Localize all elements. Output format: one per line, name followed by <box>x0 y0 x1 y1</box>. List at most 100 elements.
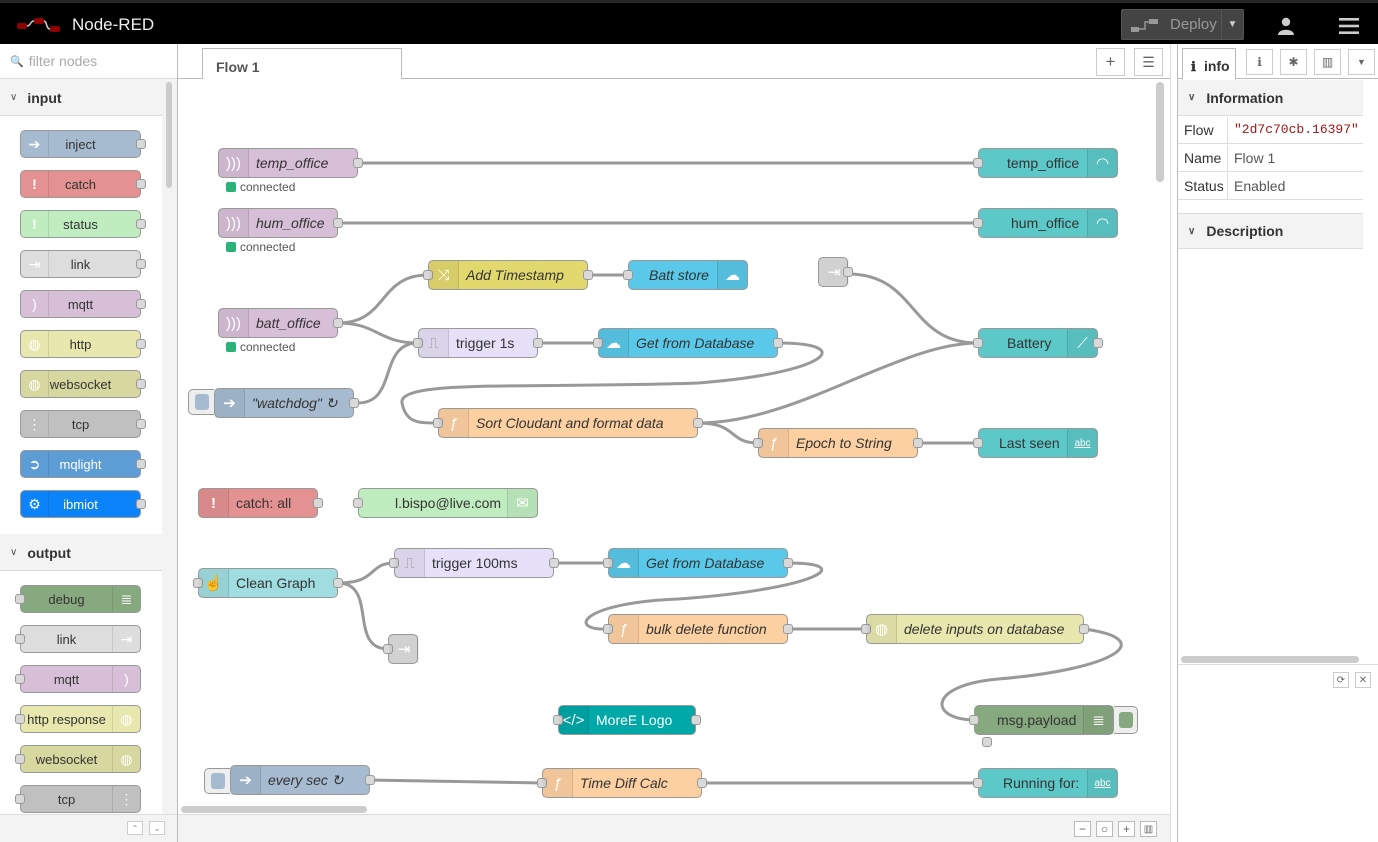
zoom-in-button[interactable]: + <box>1118 821 1135 837</box>
tab-debug-button[interactable]: ✱ <box>1280 49 1307 75</box>
output-port[interactable] <box>365 775 375 785</box>
tab-dashboard-button[interactable]: ▥ <box>1314 49 1341 75</box>
node-cloudant-get-from-database[interactable]: ☁ Get from Database <box>593 328 783 358</box>
output-port[interactable] <box>136 219 146 229</box>
main-menu-button[interactable] <box>1330 11 1368 41</box>
deploy-button[interactable]: Deploy ▼ <box>1121 9 1244 40</box>
output-port[interactable] <box>549 558 559 568</box>
palette-node-mqtt[interactable]: ) mqtt <box>20 290 146 318</box>
output-port[interactable] <box>136 259 146 269</box>
output-port[interactable] <box>136 339 146 349</box>
sidebar-tabs-menu-button[interactable]: ▼ <box>1348 49 1375 75</box>
deploy-dropdown-icon[interactable]: ▼ <box>1221 10 1243 39</box>
user-menu-button[interactable] <box>1268 11 1304 41</box>
node-trigger-1s[interactable]: ⎍ trigger 1s <box>413 328 543 358</box>
output-port[interactable] <box>1093 338 1103 348</box>
output-port[interactable] <box>583 270 593 280</box>
input-port[interactable] <box>623 270 633 280</box>
output-port[interactable] <box>333 578 343 588</box>
output-port[interactable] <box>533 338 543 348</box>
output-port[interactable] <box>136 379 146 389</box>
output-port[interactable] <box>136 179 146 189</box>
input-port[interactable] <box>15 714 25 724</box>
node-mqtt-in-hum-office[interactable]: ))) hum_office <box>218 208 343 238</box>
debug-toggle-button[interactable] <box>1114 706 1138 734</box>
input-port[interactable] <box>973 218 983 228</box>
output-port[interactable] <box>333 218 343 228</box>
input-port[interactable] <box>973 438 983 448</box>
palette-node-websocket[interactable]: ◍ websocket <box>20 370 146 398</box>
palette-node-status[interactable]: ! status <box>20 210 146 238</box>
node-gauge-temp-office[interactable]: temp_office ◠ <box>973 148 1118 178</box>
palette-category-input[interactable]: ∨ input <box>0 80 162 116</box>
palette-node-http-response[interactable]: http response ◍ <box>15 705 141 733</box>
node-function-time-diff-calc[interactable]: ƒ Time Diff Calc <box>537 768 707 798</box>
expand-all-icon[interactable]: ⌄ <box>149 821 165 835</box>
flow-list-button[interactable]: ☰ <box>1134 48 1163 76</box>
input-port[interactable] <box>973 158 983 168</box>
palette-node-link[interactable]: ⇥ link <box>20 250 146 278</box>
palette-node-mqtt-out[interactable]: mqtt) <box>15 665 141 693</box>
palette-node-ibmiot[interactable]: ⚙ ibmiot <box>20 490 146 518</box>
palette-node-debug[interactable]: debug ≣ <box>15 585 141 613</box>
inject-trigger-button-every-sec[interactable] <box>204 768 230 794</box>
node-link-out[interactable]: ⇥ <box>383 634 419 664</box>
node-cloudant-get-from-database-2[interactable]: ☁ Get from Database <box>603 548 793 578</box>
output-port[interactable] <box>353 158 363 168</box>
close-icon[interactable]: ✕ <box>1355 672 1371 688</box>
sidebar-horizontal-scrollbar[interactable] <box>1181 656 1359 663</box>
node-text-running-for[interactable]: Running for: abc <box>973 768 1118 798</box>
node-chart-battery[interactable]: Battery ⟋ <box>973 328 1103 358</box>
node-mqtt-in-temp-office[interactable]: ))) temp_office <box>218 148 363 178</box>
node-trigger-100ms[interactable]: ⎍ trigger 100ms <box>389 548 559 578</box>
node-function-sort-cloudant[interactable]: ƒ Sort Cloudant and format data <box>433 408 703 438</box>
zoom-reset-button[interactable]: ○ <box>1096 821 1113 837</box>
output-port[interactable] <box>913 438 923 448</box>
palette-node-link-out[interactable]: link ⇥ <box>15 625 141 653</box>
node-template-moree-logo[interactable]: </> MoreE Logo <box>553 705 701 735</box>
node-cloudant-batt-store[interactable]: Batt store ☁ <box>623 260 748 290</box>
input-port[interactable] <box>15 594 25 604</box>
input-port[interactable] <box>973 778 983 788</box>
palette-scrollbar[interactable] <box>166 82 172 188</box>
palette-filter-input[interactable]: 🔍 filter nodes <box>0 44 177 79</box>
palette-node-tcp[interactable]: ⋮ tcp <box>20 410 146 438</box>
output-port[interactable] <box>773 338 783 348</box>
palette-node-websocket-out[interactable]: websocket ◍ <box>15 745 141 773</box>
palette-node-inject[interactable]: ➔ inject <box>20 130 146 158</box>
tab-info[interactable]: ℹ info <box>1182 48 1236 80</box>
node-http-request-delete-inputs[interactable]: ◍ delete inputs on database <box>861 614 1089 644</box>
output-port[interactable] <box>1079 624 1089 634</box>
canvas-horizontal-scrollbar[interactable] <box>181 806 367 813</box>
node-text-last-seen[interactable]: Last seen abc <box>973 428 1098 458</box>
output-port[interactable] <box>136 139 146 149</box>
palette-category-output[interactable]: ∨ output <box>0 535 162 571</box>
output-port[interactable] <box>783 558 793 568</box>
input-port[interactable] <box>973 338 983 348</box>
output-port[interactable] <box>697 778 707 788</box>
output-port[interactable] <box>843 267 853 277</box>
inject-trigger-button[interactable] <box>188 389 214 415</box>
node-function-bulk-delete[interactable]: ƒ bulk delete function <box>603 614 793 644</box>
palette-node-http[interactable]: ◍ http <box>20 330 146 358</box>
output-port[interactable] <box>333 318 343 328</box>
add-flow-button[interactable]: + <box>1096 48 1125 76</box>
node-gauge-hum-office[interactable]: hum_office ◠ <box>973 208 1118 238</box>
navigator-button[interactable]: ▥ <box>1140 821 1157 837</box>
section-description[interactable]: ∨ Description <box>1178 213 1363 249</box>
input-port[interactable] <box>353 498 363 508</box>
canvas-vertical-scrollbar[interactable] <box>1156 82 1164 182</box>
flow-canvas[interactable]: ))) temp_office connected temp_office ◠ ))… <box>178 79 1154 807</box>
node-button-clean-graph[interactable]: ☝ Clean Graph <box>193 568 343 598</box>
zoom-out-button[interactable]: − <box>1074 821 1091 837</box>
node-debug-msg-payload[interactable]: msg.payload ≣ <box>969 705 1114 735</box>
sidebar-separator[interactable] <box>1170 44 1177 842</box>
output-port[interactable] <box>691 715 701 725</box>
output-port[interactable] <box>136 499 146 509</box>
node-link-in[interactable]: ⇥ <box>818 257 853 287</box>
node-mqtt-in-batt-office[interactable]: ))) batt_office <box>218 308 343 338</box>
tab-info-button[interactable]: ℹ <box>1246 49 1273 75</box>
node-inject-every-sec[interactable]: ➔ every sec ↻ <box>230 765 375 795</box>
collapse-all-icon[interactable]: ⌃ <box>127 821 143 835</box>
refresh-icon[interactable]: ⟳ <box>1333 672 1349 688</box>
